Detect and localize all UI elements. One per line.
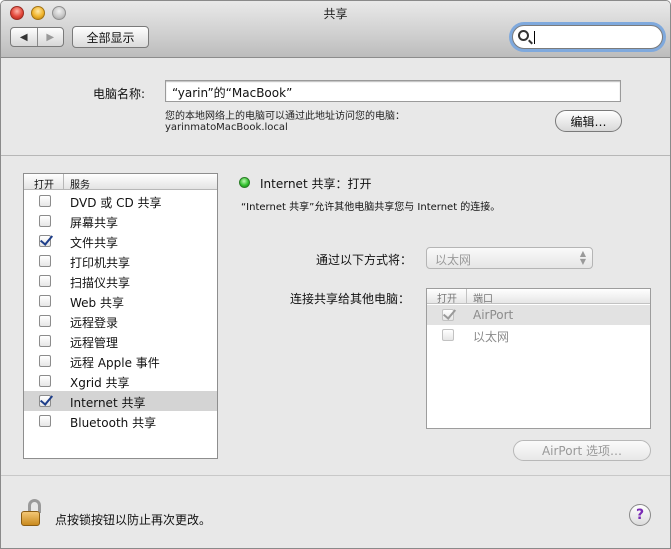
show-all-button[interactable]: 全部显示 <box>72 26 149 48</box>
lock-hint: 点按锁按钮以防止再次更改。 <box>55 513 212 527</box>
text-caret <box>534 31 535 44</box>
search-icon <box>518 30 529 41</box>
column-header-service[interactable]: 服务 <box>70 176 90 191</box>
share-from-popup[interactable]: 以太网 ▲ ▼ <box>426 247 593 269</box>
service-description: “Internet 共享”允许其他电脑共享您与 Internet 的连接。 <box>241 202 501 213</box>
service-checkbox[interactable] <box>39 355 51 367</box>
service-checkbox[interactable] <box>39 235 51 247</box>
divider <box>1 155 670 156</box>
service-status: Internet 共享：打开 <box>260 177 372 191</box>
column-divider <box>63 174 64 190</box>
service-label: Internet 共享 <box>70 396 146 410</box>
service-checkbox[interactable] <box>39 395 51 407</box>
popup-arrows-icon: ▲ ▼ <box>579 249 586 266</box>
service-checkbox[interactable] <box>39 275 51 287</box>
share-from-value: 以太网 <box>435 253 472 267</box>
port-row[interactable]: AirPort <box>427 305 650 325</box>
service-label: Bluetooth 共享 <box>70 416 157 430</box>
computer-name-input[interactable]: “yarin”的“MacBook” <box>165 80 621 102</box>
window-title: 共享 <box>323 7 348 21</box>
service-row[interactable]: Internet 共享 <box>24 391 217 411</box>
service-label: 远程管理 <box>70 336 119 350</box>
lock-icon[interactable] <box>21 499 41 529</box>
services-list: 打开 服务 DVD 或 CD 共享 屏幕共享文件共享打印机共享扫描仪共享 Web 共… <box>23 173 218 459</box>
column-header-on[interactable]: 打开 <box>437 290 457 305</box>
service-checkbox[interactable] <box>39 195 51 207</box>
local-hostname: yarinmatoMacBook.local <box>165 122 288 133</box>
service-row[interactable]: 远程登录 <box>24 311 217 331</box>
port-checkbox[interactable] <box>442 329 454 341</box>
service-label: Web 共享 <box>70 296 124 310</box>
share-to-label: 连接共享给其他电脑： <box>290 292 411 306</box>
port-label: 以太网 <box>473 330 510 344</box>
column-divider <box>466 289 467 304</box>
service-label: 扫描仪共享 <box>70 276 131 290</box>
service-label: Xgrid 共享 <box>70 376 130 390</box>
column-header-on[interactable]: 打开 <box>34 176 54 191</box>
service-label: 文件共享 <box>70 236 119 250</box>
service-row[interactable]: 打印机共享 <box>24 251 217 271</box>
service-row[interactable]: 屏幕共享 <box>24 211 217 231</box>
service-row[interactable]: DVD 或 CD 共享 <box>24 191 217 211</box>
status-indicator-icon <box>239 177 250 188</box>
airport-options-button[interactable]: AirPort 选项… <box>513 440 651 461</box>
port-checkbox[interactable] <box>442 309 454 321</box>
column-header-port[interactable]: 端口 <box>473 290 493 305</box>
service-row[interactable]: Xgrid 共享 <box>24 371 217 391</box>
service-label: 打印机共享 <box>70 256 131 270</box>
help-button[interactable]: ? <box>629 504 651 526</box>
footer-divider <box>1 475 670 476</box>
service-checkbox[interactable] <box>39 375 51 387</box>
edit-button[interactable]: 编辑… <box>555 110 622 132</box>
service-checkbox[interactable] <box>39 295 51 307</box>
share-from-label: 通过以下方式将： <box>316 253 413 267</box>
forward-button[interactable]: ▶ <box>38 28 64 46</box>
service-label: 远程登录 <box>70 316 119 330</box>
service-row[interactable]: 远程 Apple 事件 <box>24 351 217 371</box>
service-checkbox[interactable] <box>39 315 51 327</box>
service-label: DVD 或 CD 共享 <box>70 196 162 210</box>
search-field[interactable] <box>512 25 663 49</box>
service-row[interactable]: 文件共享 <box>24 231 217 251</box>
computer-name-label: 电脑名称: <box>93 87 146 101</box>
service-checkbox[interactable] <box>39 335 51 347</box>
service-row[interactable]: Bluetooth 共享 <box>24 411 217 431</box>
service-checkbox[interactable] <box>39 255 51 267</box>
service-label: 远程 Apple 事件 <box>70 356 160 370</box>
service-row[interactable]: Web 共享 <box>24 291 217 311</box>
service-row[interactable]: 远程管理 <box>24 331 217 351</box>
sharing-window: 共享 ◀ ▶ 全部显示 电脑名称: “yarin”的“MacBook” 您的本地… <box>0 0 671 549</box>
services-list-header: 打开 服务 <box>24 174 217 191</box>
back-button[interactable]: ◀ <box>11 28 38 46</box>
forward-arrow-icon: ▶ <box>46 31 55 43</box>
address-hint: 您的本地网络上的电脑可以通过此地址访问您的电脑： <box>165 111 405 122</box>
nav-back-forward: ◀ ▶ <box>10 27 64 47</box>
ports-list: 打开 端口 AirPort 以太网 <box>426 288 651 429</box>
service-label: 屏幕共享 <box>70 216 119 230</box>
port-label: AirPort <box>473 308 514 322</box>
service-checkbox[interactable] <box>39 415 51 427</box>
service-checkbox[interactable] <box>39 215 51 227</box>
back-arrow-icon: ◀ <box>19 31 28 43</box>
service-row[interactable]: 扫描仪共享 <box>24 271 217 291</box>
ports-list-header: 打开 端口 <box>427 289 650 305</box>
toolbar: 共享 ◀ ▶ 全部显示 <box>1 1 670 58</box>
port-row[interactable]: 以太网 <box>427 325 650 345</box>
